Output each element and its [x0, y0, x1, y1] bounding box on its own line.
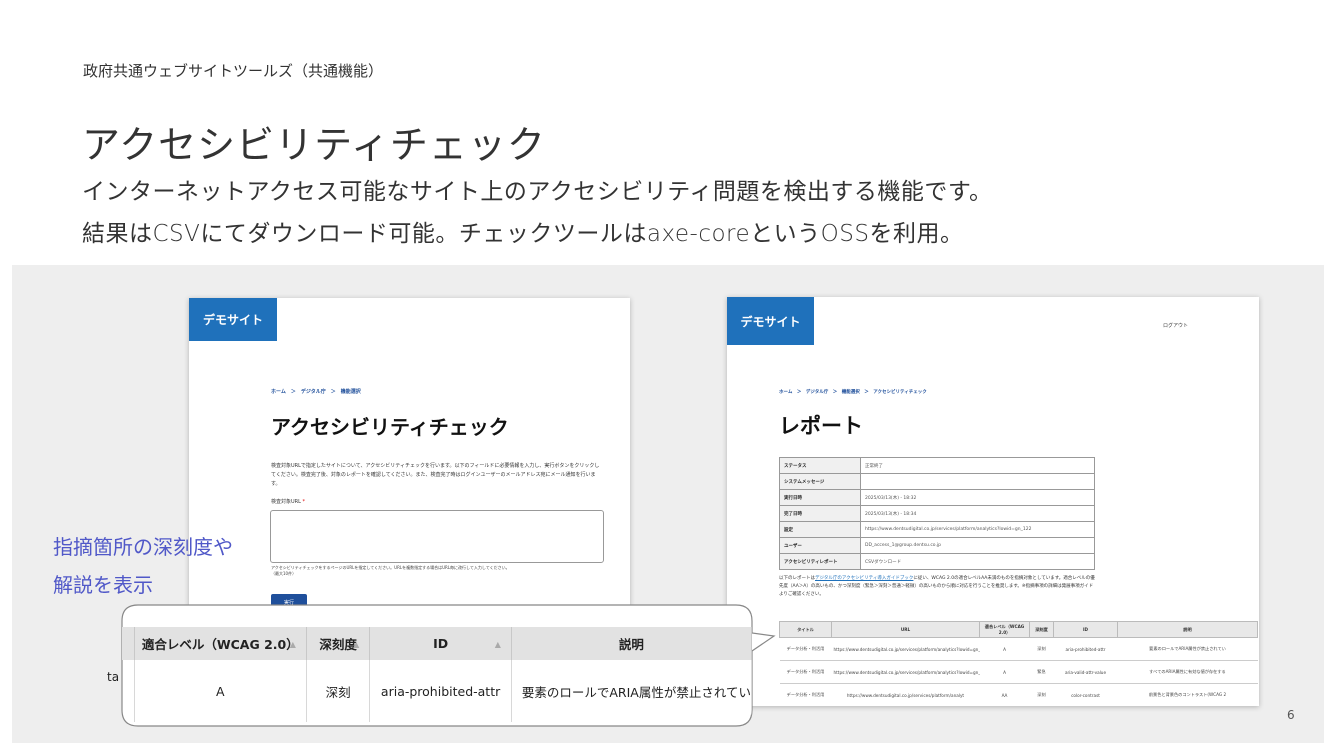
zoomed-column-header[interactable]: 説明 [511, 627, 752, 660]
zoomed-cell: A [134, 660, 307, 722]
zoomed-cell: 要素のロールでARIA属性が禁止されてい [511, 660, 752, 722]
zoomed-cell [122, 660, 135, 722]
zoomed-column-header[interactable]: 深刻度 ▲ [306, 627, 371, 660]
sort-asc-icon[interactable]: ▲ [290, 640, 296, 649]
zoomed-column-header[interactable]: 適合レベル（WCAG 2.0） ▲ [134, 627, 307, 660]
truncated-cell-text: ta [107, 670, 120, 684]
zoomed-column-header[interactable]: ID ▲ [369, 627, 512, 660]
zoomed-column-header[interactable] [122, 627, 135, 660]
zoomed-column-label: ID [433, 636, 449, 651]
zoomed-column-label: 説明 [618, 637, 644, 652]
zoomed-cell: aria-prohibited-attr [369, 660, 512, 722]
sort-asc-icon[interactable]: ▲ [495, 640, 501, 649]
sort-asc-icon[interactable]: ▲ [353, 640, 359, 649]
zoomed-results-table: 適合レベル（WCAG 2.0） ▲ 深刻度 ▲ ID ▲ 説明 A 深刻 aria-prohib… [122, 627, 752, 722]
zoomed-cell: 深刻 [306, 660, 371, 722]
zoomed-column-label: 深刻度 [319, 637, 357, 652]
zoomed-table: 適合レベル（WCAG 2.0） ▲ 深刻度 ▲ ID ▲ 説明 A 深刻 aria-prohib… [122, 605, 752, 726]
zoomed-column-label: 適合レベル（WCAG 2.0） [141, 637, 299, 652]
